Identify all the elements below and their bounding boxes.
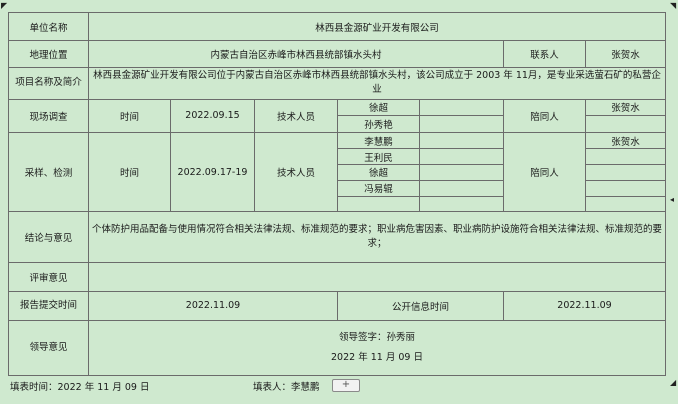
sampling-staff-name: 王利民 — [337, 148, 420, 165]
corner-arrow-icon: ◤ — [1, 1, 8, 10]
survey-label: 现场调查 — [8, 98, 89, 134]
location-value: 内蒙古自治区赤峰市林西县统部镇水头村 — [88, 40, 504, 68]
conclusion-label: 结论与意见 — [8, 211, 89, 264]
empty-cell — [419, 98, 504, 117]
location-label: 地理位置 — [8, 40, 89, 68]
survey-tech-label: 技术人员 — [254, 98, 338, 134]
survey-accompany-value: 张贺水 — [585, 98, 666, 117]
review-value — [88, 262, 666, 292]
empty-cell — [585, 179, 666, 197]
corner-arrow-icon: ◢ — [670, 378, 677, 387]
survey-time-label: 时间 — [88, 98, 171, 134]
empty-cell — [585, 115, 666, 134]
report-label: 报告提交时间 — [8, 290, 89, 322]
empty-cell — [419, 163, 504, 181]
filler: 填表人：李慧鹏 — [253, 382, 320, 393]
empty-cell — [585, 148, 666, 165]
empty-cell — [419, 115, 504, 134]
survey-staff-name: 徐超 — [337, 98, 420, 117]
sampling-time-label: 时间 — [88, 132, 171, 213]
sampling-label: 采样、检测 — [8, 132, 89, 213]
form-sheet: ◤ ◥ ◂ ◢ 单位名称 林西县金源矿业开发有限公司 地理位置 内蒙古自治区赤峰… — [0, 0, 678, 404]
publish-date: 2022.11.09 — [503, 290, 666, 322]
sampling-accompany-label: 陪同人 — [503, 132, 586, 213]
leader-label: 领导意见 — [8, 320, 89, 376]
empty-cell — [419, 148, 504, 165]
empty-cell — [419, 132, 504, 150]
contact-value: 张贺水 — [585, 40, 666, 68]
publish-label: 公开信息时间 — [337, 290, 504, 322]
survey-staff-name: 孙秀艳 — [337, 115, 420, 134]
empty-cell — [585, 163, 666, 181]
review-label: 评审意见 — [8, 262, 89, 292]
leader-opinion: 领导签字：孙秀丽 2022 年 11 月 09 日 — [88, 320, 666, 376]
conclusion-text: 个体防护用品配备与使用情况符合相关法律法规、标准规范的要求；职业病危害因素、职业… — [88, 211, 666, 264]
corner-arrow-icon: ◂ — [670, 195, 675, 204]
plus-icon: + — [341, 379, 351, 390]
empty-cell — [585, 195, 666, 213]
sampling-staff-name: 徐超 — [337, 163, 420, 181]
sampling-staff-name: 李慧鹏 — [337, 132, 420, 150]
fill-time: 填表时间：2022 年 11 月 09 日 — [10, 382, 150, 393]
sampling-date: 2022.09.17-19 — [170, 132, 255, 213]
survey-date: 2022.09.15 — [170, 98, 255, 134]
empty-cell — [419, 195, 504, 213]
report-date: 2022.11.09 — [88, 290, 338, 322]
sampling-tech-label: 技术人员 — [254, 132, 338, 213]
empty-cell — [337, 195, 420, 213]
sampling-accompany-value: 张贺水 — [585, 132, 666, 150]
survey-accompany-label: 陪同人 — [503, 98, 586, 134]
company-name: 林西县金源矿业开发有限公司 — [88, 11, 666, 42]
profile-label: 项目名称及简介 — [8, 66, 89, 100]
profile-text: 林西县金源矿业开发有限公司位于内蒙古自治区赤峰市林西县统部镇水头村，该公司成立于… — [88, 66, 666, 100]
info-disclosure-table: 单位名称 林西县金源矿业开发有限公司 地理位置 内蒙古自治区赤峰市林西县统部镇水… — [8, 11, 666, 376]
leader-date: 2022 年 11 月 09 日 — [331, 352, 423, 364]
corner-arrow-icon: ◥ — [670, 1, 677, 10]
sampling-staff-name: 冯易辊 — [337, 179, 420, 197]
empty-cell — [419, 179, 504, 197]
add-sheet-button[interactable]: + — [332, 379, 360, 392]
leader-signature: 领导签字：孙秀丽 — [338, 332, 415, 344]
company-label: 单位名称 — [8, 11, 89, 42]
contact-label: 联系人 — [503, 40, 586, 68]
